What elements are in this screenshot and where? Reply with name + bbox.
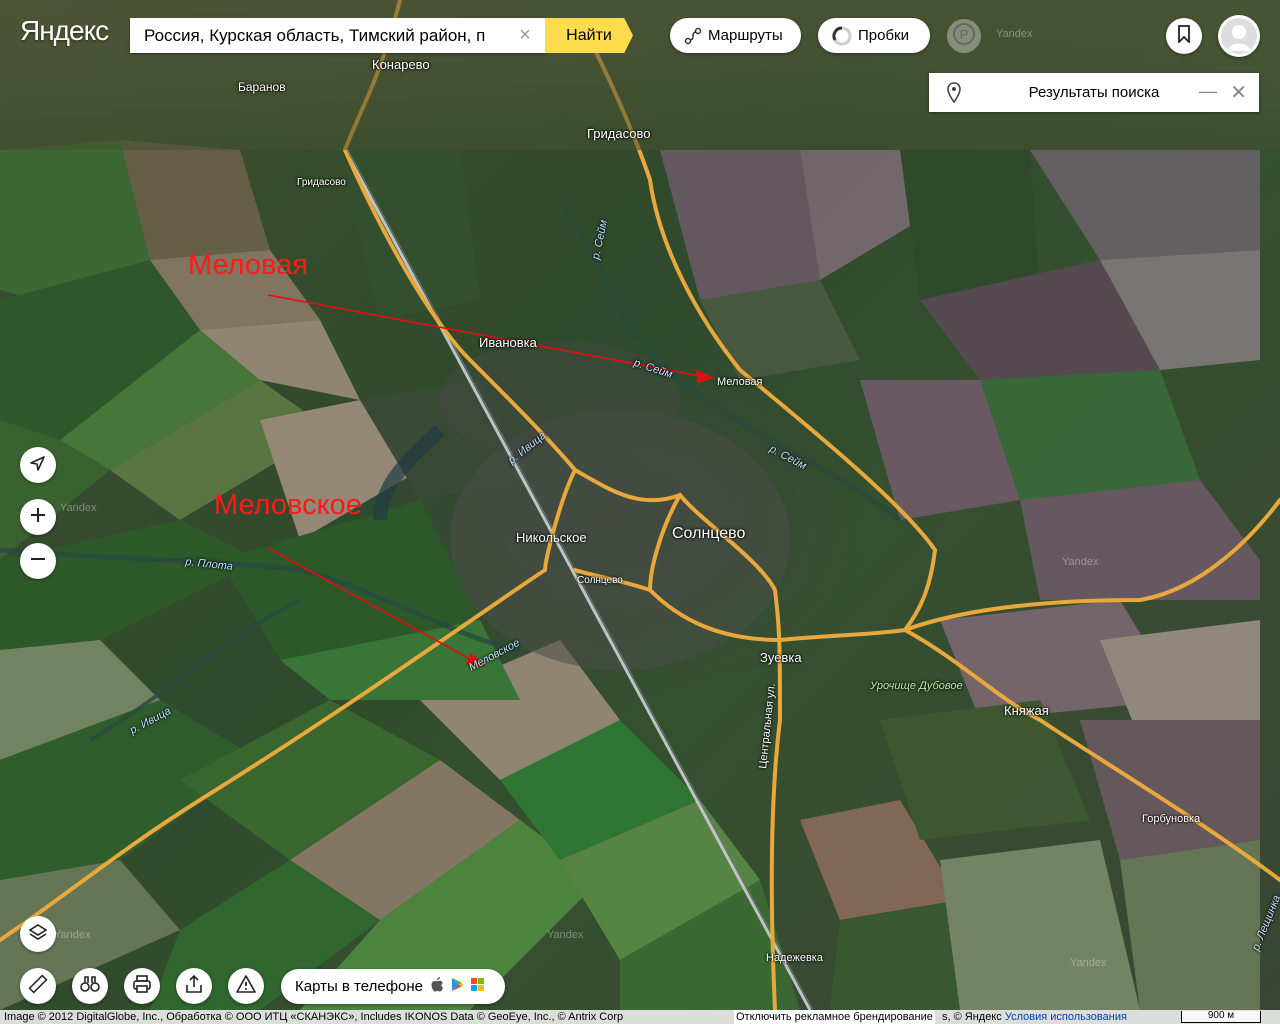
place-gridasovo: Гридасово [587,126,651,141]
routes-label: Маршруты [708,27,783,44]
ruler-button[interactable] [20,968,56,1004]
route-icon [684,27,702,45]
share-icon [184,974,204,999]
map-imagery [0,0,1280,1012]
clear-search-icon[interactable]: × [515,25,535,45]
yandex-watermark: Yandex [996,28,1033,40]
maps-in-phone-button[interactable]: Карты в телефоне [281,969,505,1004]
scale-bar: 900 м [1181,1011,1261,1023]
imagery-copyright: Image © 2012 DigitalGlobe, Inc., Обработ… [4,1011,624,1023]
station-solntsevo: Солнцево [577,575,623,586]
routes-button[interactable]: Маршруты [670,18,801,53]
binoculars-icon [80,974,100,999]
yandex-watermark: Yandex [60,502,97,514]
annotation-melovskoe: Меловское [214,489,362,521]
terms-link[interactable]: Условия использования [1005,1011,1127,1023]
copyright-bar: Image © 2012 DigitalGlobe, Inc., Обработ… [0,1010,1280,1024]
maps-in-phone-label: Карты в телефоне [295,978,423,995]
search-input[interactable] [130,18,508,53]
yandex-copyright-text: s, © Яндекс [942,1011,1002,1023]
yandex-watermark: Yandex [547,929,584,941]
station-gridasovo: Гридасово [297,177,346,188]
layers-icon [28,922,48,947]
minus-icon [29,550,47,573]
report-error-button[interactable] [228,968,264,1004]
search-results-panel[interactable]: Результаты поиска — ✕ [929,73,1259,112]
station-nadezhevka: Надежевка [766,952,823,964]
place-knyazhaya: Княжая [1004,703,1049,718]
bookmarks-button[interactable] [1166,18,1202,54]
place-zuevka: Зуевка [760,650,802,665]
place-konarevo: Конарево [372,57,430,72]
ruler-icon [28,973,48,999]
plus-icon [29,506,47,529]
bookmark-icon [1176,24,1192,48]
place-nikolskoe: Никольское [516,530,587,545]
traffic-icon [832,25,852,46]
panorama-button[interactable] [72,968,108,1004]
place-baranov: Баранов [238,80,286,94]
parking-button[interactable]: P [947,19,981,53]
warning-icon [236,974,256,999]
apple-icon [431,977,444,996]
google-play-icon [451,977,464,996]
place-melovaya: Меловая [717,376,763,388]
my-location-button[interactable] [20,447,56,483]
search-box: × [130,18,545,53]
yandex-watermark: Yandex [1062,556,1099,568]
share-button[interactable] [176,968,212,1004]
yandex-watermark: Yandex [54,929,91,941]
disable-branding-link[interactable]: Отключить рекламное брендирование [734,1010,935,1024]
user-avatar[interactable] [1218,15,1260,57]
annotation-melovaya: Меловая [188,249,308,281]
find-button[interactable]: Найти [545,18,633,53]
place-solntsevo: Солнцево [672,525,746,542]
place-ivanovka: Ивановка [479,335,537,350]
forest-dubovoe-label: Урочище Дубовое [870,680,963,692]
yandex-copyright: s, © Яндекс Условия использования [942,1010,1127,1024]
map-canvas[interactable]: Конарево Баранов Гридасово Гридасово Ива… [0,0,1280,1024]
close-icon[interactable]: ✕ [1230,80,1247,105]
location-arrow-icon [29,454,47,477]
minimize-icon[interactable]: — [1199,81,1217,102]
parking-icon: P [952,22,976,51]
place-gorbunovka: Горбуновка [1142,813,1201,825]
windows-icon [471,978,484,995]
layers-button[interactable] [20,916,56,952]
svg-text:P: P [960,27,969,42]
print-button[interactable] [124,968,160,1004]
zoom-out-button[interactable] [20,543,56,579]
traffic-label: Пробки [858,27,909,44]
yandex-logo[interactable]: Яндекс [20,15,109,47]
print-icon [132,974,152,999]
yandex-watermark: Yandex [1070,957,1107,969]
zoom-in-button[interactable] [20,499,56,535]
traffic-button[interactable]: Пробки [818,18,930,53]
